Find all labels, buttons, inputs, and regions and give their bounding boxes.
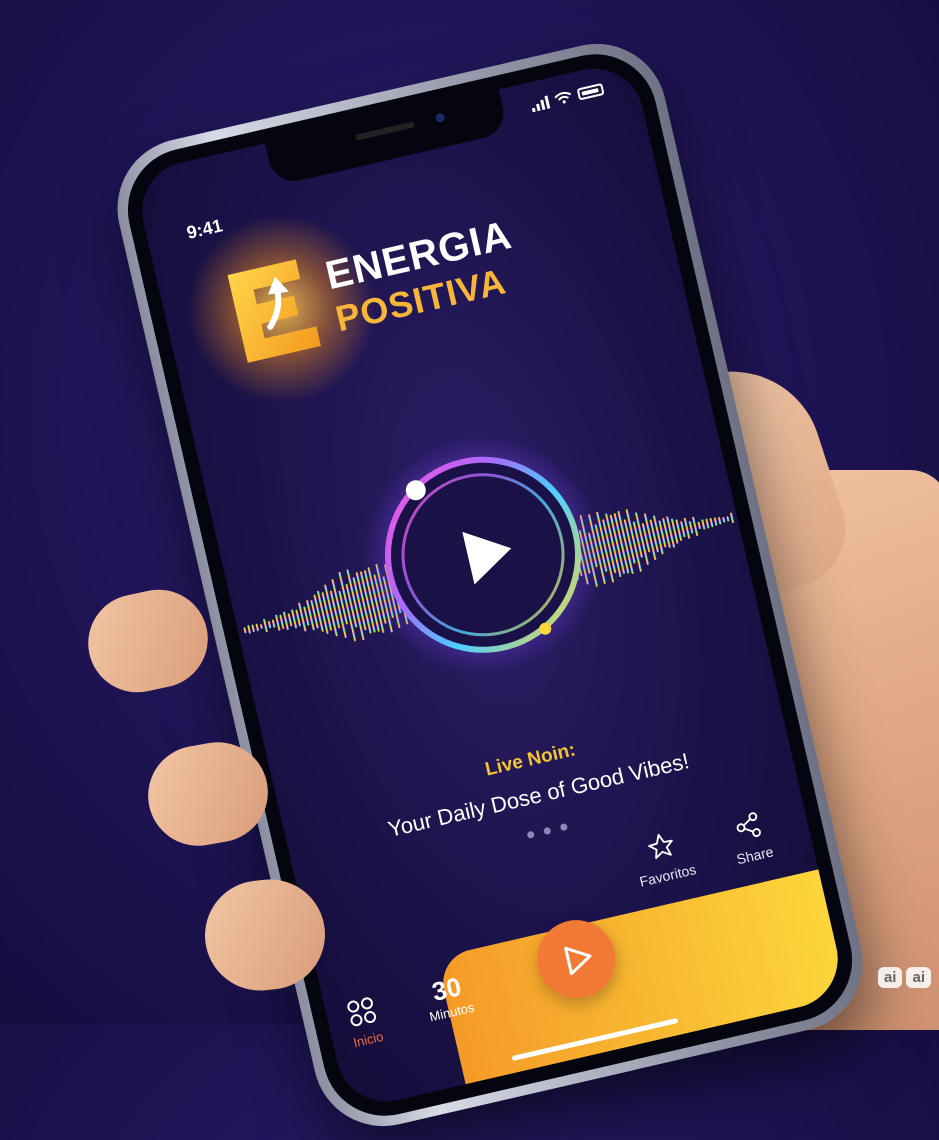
- wave-bar: [268, 621, 272, 629]
- wave-bar: [726, 516, 729, 522]
- wave-bar: [263, 619, 268, 633]
- status-icons: [530, 82, 605, 112]
- grid-icon: [344, 994, 380, 1030]
- wave-bar: [709, 518, 713, 528]
- wave-bar: [298, 602, 307, 631]
- page-dot[interactable]: [543, 827, 551, 835]
- wave-bar: [243, 627, 246, 633]
- wave-bar: [722, 517, 725, 523]
- wave-bar: [730, 512, 735, 523]
- star-icon: [644, 829, 678, 863]
- wave-bar: [331, 579, 347, 638]
- wave-bar: [287, 613, 292, 626]
- earpiece-speaker: [355, 121, 415, 140]
- wifi-icon: [553, 90, 573, 106]
- hand-finger: [79, 581, 217, 702]
- tab-bar-background: [436, 869, 847, 1084]
- wave-bar: [662, 518, 671, 548]
- wave-bar: [689, 521, 694, 534]
- wave-bar: [718, 517, 722, 525]
- wave-bar: [247, 625, 251, 634]
- wave-bar: [272, 619, 276, 628]
- battery-icon: [577, 83, 605, 101]
- notch: [265, 89, 509, 186]
- share-button[interactable]: Share: [727, 808, 775, 867]
- bottom-tab-bar: Inicio 30 Minutos: [315, 850, 848, 1111]
- wave-bar: [251, 624, 255, 632]
- watermark-text: ai: [906, 967, 931, 988]
- tab-home-label: Inicio: [352, 1029, 385, 1050]
- wave-bar: [255, 624, 259, 632]
- app-logo: ENERGIA POSITIVA: [216, 201, 528, 375]
- watermark-text: ai: [878, 967, 903, 988]
- watermark: ai ai: [878, 967, 931, 988]
- share-icon: [731, 809, 765, 843]
- page-dot[interactable]: [526, 831, 534, 839]
- tab-home[interactable]: Inicio: [344, 994, 385, 1051]
- signal-icon: [530, 95, 551, 113]
- audio-player: [200, 351, 766, 758]
- wave-bar: [714, 517, 718, 526]
- front-camera: [435, 112, 446, 123]
- wave-bar: [697, 522, 701, 530]
- wave-bar: [642, 523, 651, 553]
- wave-bar: [701, 519, 705, 530]
- wave-bar: [705, 518, 709, 528]
- wave-bar: [260, 624, 263, 629]
- wave-bar: [279, 614, 284, 629]
- page-dot[interactable]: [559, 823, 567, 831]
